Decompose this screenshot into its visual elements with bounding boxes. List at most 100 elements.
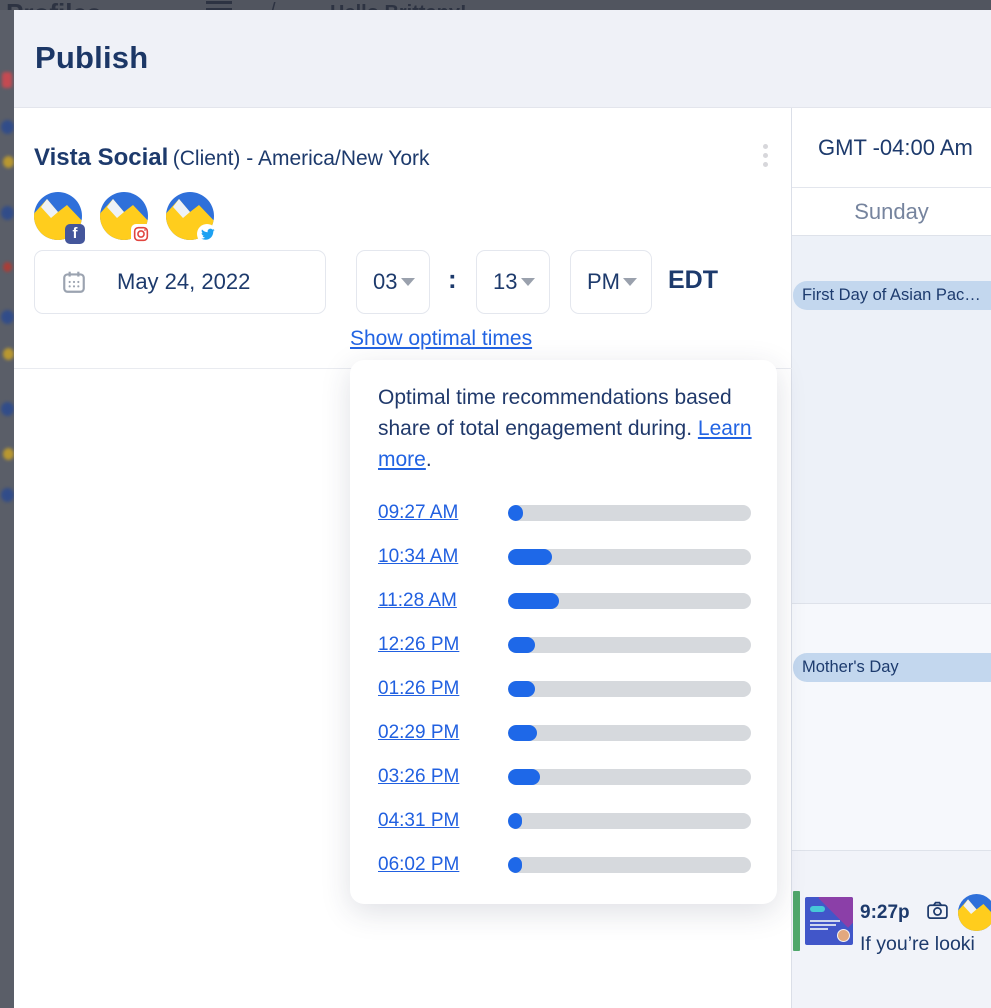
optimal-time-row: 12:26 PM (378, 623, 751, 667)
backdrop-fragment (1, 488, 14, 502)
backdrop-fragment (3, 156, 14, 168)
optimal-time-row: 11:28 AM (378, 579, 751, 623)
calendar-day-cell[interactable]: 9:27p (792, 851, 991, 1008)
hamburger-icon (206, 1, 232, 10)
post-status-indicator (793, 891, 800, 951)
calendar-timezone-header: GMT -04:00 Am (792, 108, 991, 188)
backdrop-fragment (1, 206, 14, 220)
backdrop-fragment (1, 402, 14, 416)
engagement-bar-fill (508, 769, 540, 785)
calendar-event-pill[interactable]: Mother's Day (793, 653, 991, 682)
optimal-time-link[interactable]: 12:26 PM (378, 634, 484, 656)
engagement-bar-fill (508, 857, 522, 873)
backdrop-overlay-top[interactable]: Profiles / Hello Brittany! (0, 0, 991, 10)
chevron-down-icon (401, 278, 415, 286)
profile-avatar-facebook[interactable]: f (34, 192, 82, 240)
profile-group-type: (Client) (173, 147, 241, 170)
engagement-bar-fill (508, 505, 523, 521)
calendar-day-header: Sunday (792, 188, 991, 236)
profile-group-timezone: America/New York (258, 147, 430, 170)
engagement-bar-track (508, 637, 751, 653)
optimal-time-row: 01:26 PM (378, 667, 751, 711)
kebab-menu-icon[interactable] (756, 144, 774, 174)
engagement-bar-track (508, 549, 751, 565)
optimal-time-row: 04:31 PM (378, 799, 751, 843)
engagement-bar-track (508, 681, 751, 697)
vista-social-logo-icon (958, 894, 991, 931)
chevron-down-icon (623, 278, 637, 286)
show-optimal-times-link[interactable]: Show optimal times (350, 327, 532, 351)
calendar-icon (61, 269, 87, 295)
post-profile-avatar (958, 894, 991, 931)
instagram-badge-icon (131, 224, 151, 244)
optimal-time-link[interactable]: 09:27 AM (378, 502, 484, 524)
optimal-time-row: 09:27 AM (378, 491, 751, 535)
date-picker-field[interactable]: May 24, 2022 (34, 250, 326, 314)
optimal-time-link[interactable]: 01:26 PM (378, 678, 484, 700)
engagement-bar-fill (508, 681, 535, 697)
optimal-times-list: 09:27 AM 10:34 AM 11:28 AM (378, 491, 751, 887)
profile-avatar-twitter[interactable] (166, 192, 214, 240)
engagement-bar-track (508, 857, 751, 873)
backdrop-fragment (3, 348, 14, 360)
twitter-badge-icon (197, 224, 217, 244)
engagement-bar-fill (508, 813, 522, 829)
optimal-time-row: 06:02 PM (378, 843, 751, 887)
backdrop-fragment (3, 262, 12, 272)
optimal-time-row: 10:34 AM (378, 535, 751, 579)
calendar-event-pill[interactable]: First Day of Asian Pac… (793, 281, 991, 310)
post-snippet: If you’re looki (860, 933, 991, 956)
optimal-time-row: 02:29 PM (378, 711, 751, 755)
optimal-times-description: Optimal time recommendations based share… (378, 382, 758, 475)
engagement-bar-fill (508, 725, 537, 741)
minute-value: 13 (493, 269, 517, 295)
meridiem-value: PM (587, 269, 620, 295)
engagement-bar-track (508, 813, 751, 829)
optimal-time-link[interactable]: 02:29 PM (378, 722, 484, 744)
calendar-day-cell[interactable]: First Day of Asian Pac… (792, 236, 991, 604)
engagement-bar-fill (508, 637, 535, 653)
optimal-time-link[interactable]: 06:02 PM (378, 854, 484, 876)
compose-panel: Vista Social (Client) - America/New York… (14, 108, 792, 1008)
engagement-bar-fill (508, 549, 552, 565)
minute-select[interactable]: 13 (476, 250, 550, 314)
chevron-down-icon (521, 278, 535, 286)
profile-group-title: Vista Social (Client) - America/New York (34, 144, 430, 172)
scheduled-post-item[interactable]: 9:27p (793, 891, 991, 953)
time-colon: : (448, 264, 457, 295)
optimal-description-period: . (426, 448, 432, 471)
optimal-time-link[interactable]: 04:31 PM (378, 810, 484, 832)
optimal-time-row: 03:26 PM (378, 755, 751, 799)
post-body: 9:27p (860, 894, 991, 953)
publish-modal: Publish Vista Social (Client) - America/… (14, 10, 991, 1008)
engagement-bar-track (508, 593, 751, 609)
engagement-bar-track (508, 505, 751, 521)
engagement-bar-fill (508, 593, 559, 609)
backdrop-overlay-left[interactable] (0, 10, 14, 1008)
backdrop-fragment (1, 310, 14, 324)
optimal-times-popup: Optimal time recommendations based share… (350, 360, 777, 904)
post-time: 9:27p (860, 902, 910, 924)
calendar-day-cell[interactable]: Mother's Day (792, 604, 991, 851)
backdrop-fragment (1, 120, 14, 134)
timezone-abbr-label: EDT (668, 266, 718, 295)
profile-group-separator: - (246, 147, 253, 170)
backdrop-slash: / (270, 0, 276, 10)
facebook-badge-icon: f (65, 224, 85, 244)
modal-title: Publish (35, 40, 991, 76)
optimal-time-link[interactable]: 10:34 AM (378, 546, 484, 568)
backdrop-profiles-label: Profiles (6, 0, 101, 10)
post-thumbnail (805, 897, 853, 945)
optimal-time-link[interactable]: 03:26 PM (378, 766, 484, 788)
profile-group-name: Vista Social (34, 144, 168, 171)
optimal-description-text: Optimal time recommendations based share… (378, 386, 732, 440)
optimal-time-link[interactable]: 11:28 AM (378, 590, 484, 612)
backdrop-greeting: Hello Brittany! (330, 2, 467, 10)
hour-select[interactable]: 03 (356, 250, 430, 314)
backdrop-fragment (2, 72, 12, 88)
engagement-bar-track (508, 769, 751, 785)
date-value: May 24, 2022 (117, 269, 250, 295)
hour-value: 03 (373, 269, 397, 295)
meridiem-select[interactable]: PM (570, 250, 652, 314)
profile-avatar-instagram[interactable] (100, 192, 148, 240)
